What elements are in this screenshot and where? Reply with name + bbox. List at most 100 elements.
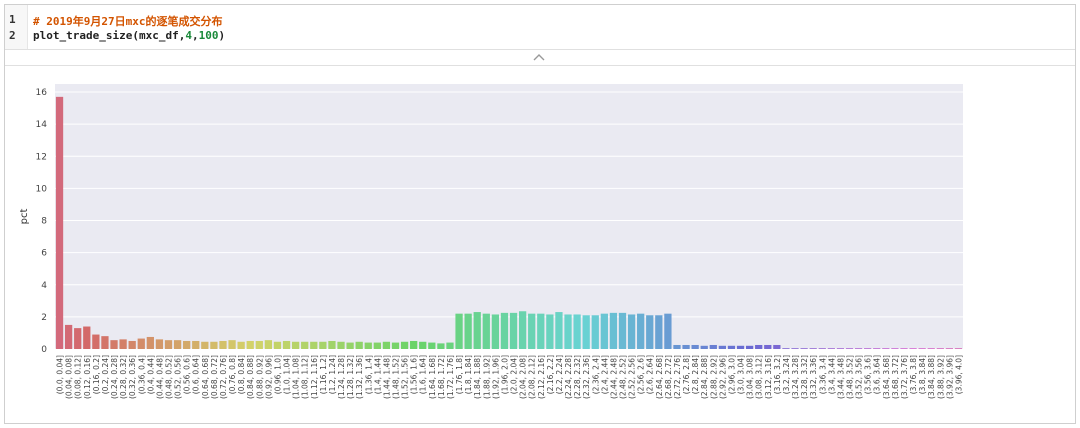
bar [246, 340, 254, 349]
x-tick-label: (3.44, 3.48] [836, 355, 845, 399]
bar [918, 348, 926, 349]
bar [319, 341, 327, 349]
x-tick-label: (2.28, 2.32] [573, 355, 582, 399]
x-tick-label: (0.36, 0.4] [137, 355, 146, 394]
x-tick-label: (2.56, 2.6] [637, 355, 646, 394]
bar [927, 348, 935, 349]
x-tick-label: (2.4, 2.44] [600, 355, 609, 394]
bar [591, 315, 599, 349]
x-tick-label: (3.24, 3.28] [791, 355, 800, 399]
bar [818, 348, 826, 349]
x-tick-label: (1.76, 1.8] [455, 355, 464, 394]
x-tick-label: (3.56, 3.6] [864, 355, 873, 394]
bar [718, 345, 727, 349]
y-tick-label: 16 [36, 88, 48, 98]
bar [264, 340, 273, 349]
bar [836, 348, 845, 349]
bar [573, 314, 581, 349]
bar [745, 345, 754, 349]
bar [192, 340, 200, 349]
notebook-cell[interactable]: 1 2 # 2019年9月27日mxc的逐笔成交分布 plot_trade_si… [4, 4, 1076, 424]
x-tick-label: (2.68, 2.72] [664, 355, 673, 399]
bar [337, 341, 345, 349]
x-tick-label: (0.88, 0.92] [255, 355, 264, 399]
x-tick-label: (1.36, 1.4] [364, 355, 373, 394]
bar [273, 341, 282, 349]
x-tick-label: (1.92, 1.96] [491, 355, 500, 399]
x-tick-label: (1.72, 1.76] [446, 355, 455, 399]
x-tick-label: (3.32, 3.36] [809, 355, 818, 399]
x-tick-label: (2.0, 2.04] [510, 355, 519, 394]
code-number-arg: 4 [185, 29, 192, 42]
bar [537, 313, 545, 349]
x-tick-label: (1.88, 1.92] [482, 355, 491, 399]
bar [509, 312, 518, 349]
bar [791, 348, 799, 349]
bar [827, 348, 835, 349]
bar [500, 312, 509, 349]
bar-chart: 0 2 4 6 8 10 12 14 16 (0.0, 0.04] (0.04, 0.08] (0.0… [19, 84, 963, 399]
x-tick-label: (1.32, 1.36] [355, 355, 364, 399]
bar [609, 312, 618, 349]
bar [446, 342, 454, 349]
bar [128, 340, 136, 349]
x-tick-label: (1.52, 1.56] [401, 355, 410, 399]
x-tick-label: (0.56, 0.6] [183, 355, 192, 394]
x-tick-label: (2.16, 2.2] [546, 355, 555, 394]
bar [473, 312, 481, 349]
bar [110, 340, 118, 349]
code-call-line[interactable]: plot_trade_size(mxc_df,4,100) [33, 29, 225, 42]
x-tick-label: (0.68, 0.72] [210, 355, 219, 399]
y-tick-label: 14 [36, 120, 48, 130]
x-tick-label: (0.28, 0.32] [119, 355, 128, 399]
x-tick-label: (2.92, 2.96] [718, 355, 727, 399]
x-tick-label: (3.04, 3.08] [746, 355, 755, 399]
bar [119, 339, 127, 349]
bar [782, 348, 790, 349]
bar [400, 341, 409, 349]
bar [164, 340, 173, 349]
x-tick-label: (2.24, 2.28] [564, 355, 573, 399]
bar [74, 328, 82, 349]
y-tick-label: 8 [41, 217, 47, 227]
bar [201, 341, 209, 349]
x-tick-label: (3.48, 3.52] [846, 355, 855, 399]
line-number: 2 [9, 29, 16, 42]
y-tick-label: 0 [41, 345, 47, 355]
x-tick-label: (1.16, 1.2] [319, 355, 328, 394]
output-collapse-toggle[interactable] [5, 49, 1075, 66]
x-tick-label: (0.2, 0.24] [101, 355, 110, 394]
bar [428, 342, 436, 349]
x-tick-label: (2.2, 2.24] [555, 355, 564, 394]
x-tick-label: (0.76, 0.8] [228, 355, 237, 394]
bar [346, 342, 354, 349]
x-tick-label: (0.32, 0.36] [128, 355, 137, 399]
x-tick-label: (0.84, 0.88] [246, 355, 255, 399]
x-tick-label: (2.88, 2.92] [709, 355, 718, 399]
bar [555, 312, 563, 349]
bar [491, 314, 500, 349]
line-number: 1 [9, 13, 16, 26]
x-tick-label: (3.12, 3.16] [764, 355, 773, 399]
cell-output-area: 0 2 4 6 8 10 12 14 16 (0.0, 0.04] (0.04, 0.08] (0.0… [5, 66, 1075, 424]
code-input-area[interactable]: 1 2 # 2019年9月27日mxc的逐笔成交分布 plot_trade_si… [5, 5, 1075, 50]
x-tick-label: (3.52, 3.56] [855, 355, 864, 399]
code-comment-line[interactable]: # 2019年9月27日mxc的逐笔成交分布 [33, 13, 222, 29]
bar [64, 324, 73, 349]
bar [800, 348, 808, 349]
bar [391, 342, 400, 349]
x-tick-label: (2.64, 2.68] [655, 355, 664, 399]
x-tick-label: (2.72, 2.76] [673, 355, 682, 399]
x-tick-label: (3.6, 3.64] [873, 355, 882, 394]
x-tick-label: (3.2, 3.24] [782, 355, 791, 394]
x-tick-label: (1.24, 1.28] [337, 355, 346, 399]
x-tick-label: (1.6, 1.64] [419, 355, 428, 394]
bar [954, 348, 963, 349]
code-number-arg: 100 [198, 29, 219, 42]
bar [764, 344, 772, 349]
x-tick-label: (0.16, 0.2] [92, 355, 101, 394]
x-tick-label: (2.08, 2.12] [528, 355, 537, 399]
x-tick-label: (3.72, 3.76] [900, 355, 909, 399]
x-tick-label: (0.0, 0.04] [56, 355, 65, 394]
bar [101, 336, 109, 349]
